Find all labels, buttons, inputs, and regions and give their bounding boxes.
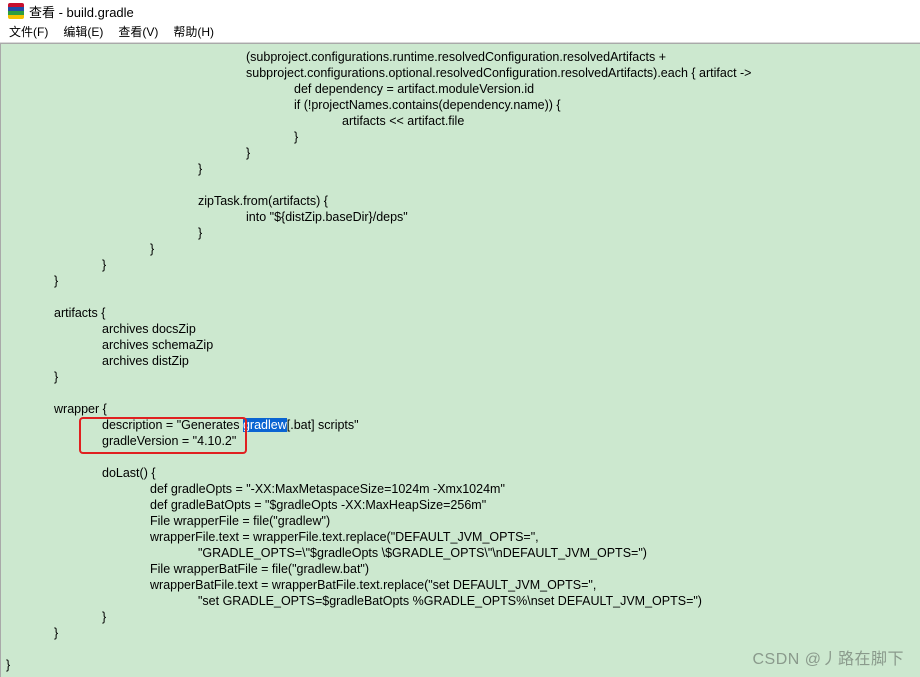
code-line: } bbox=[294, 130, 299, 144]
code-line: } bbox=[6, 658, 11, 672]
code-line: wrapper { bbox=[54, 402, 107, 416]
watermark: CSDN @丿路在脚下 bbox=[752, 651, 904, 668]
code-line: File wrapperFile = file("gradlew") bbox=[150, 514, 331, 528]
code-line: File wrapperBatFile = file("gradlew.bat"… bbox=[150, 562, 370, 576]
code-line: gradleVersion = "4.10.2" bbox=[102, 434, 237, 448]
code-line: wrapperBatFile.text = wrapperBatFile.tex… bbox=[150, 578, 597, 592]
code-line: def dependency = artifact.moduleVersion.… bbox=[294, 82, 535, 96]
code-line: "GRADLE_OPTS=\"$gradleOpts \$GRADLE_OPTS… bbox=[198, 546, 647, 560]
window-title: 查看 - build.gradle bbox=[29, 4, 134, 20]
code-text: [.bat] scripts" bbox=[286, 418, 359, 432]
code-line: artifacts << artifact.file bbox=[342, 114, 465, 128]
code-line: archives distZip bbox=[102, 354, 189, 368]
menu-view[interactable]: 查看(V) bbox=[111, 22, 165, 43]
code-line: archives docsZip bbox=[102, 322, 196, 336]
code-line: } bbox=[246, 146, 251, 160]
code-line: def gradleBatOpts = "$gradleOpts -XX:Max… bbox=[150, 498, 487, 512]
title-bar: 查看 - build.gradle bbox=[0, 0, 920, 22]
code-line: wrapperFile.text = wrapperFile.text.repl… bbox=[150, 530, 539, 544]
code-line: (subproject.configurations.runtime.resol… bbox=[246, 50, 667, 64]
menu-file[interactable]: 文件(F) bbox=[2, 22, 55, 43]
code-line: "set GRADLE_OPTS=$gradleBatOpts %GRADLE_… bbox=[198, 594, 702, 608]
code-line: } bbox=[198, 226, 203, 240]
menu-bar: 文件(F) 编辑(E) 查看(V) 帮助(H) bbox=[0, 22, 920, 43]
text-selection: gradlew bbox=[242, 418, 287, 432]
code-text: description = "Generates bbox=[102, 418, 243, 432]
code-line: } bbox=[54, 274, 59, 288]
menu-edit[interactable]: 编辑(E) bbox=[56, 22, 110, 43]
code-line: if (!projectNames.contains(dependency.na… bbox=[294, 98, 561, 112]
code-line: into "${distZip.baseDir}/deps" bbox=[246, 210, 408, 224]
menu-help[interactable]: 帮助(H) bbox=[166, 22, 221, 43]
code-line: zipTask.from(artifacts) { bbox=[198, 194, 328, 208]
code-line: subproject.configurations.optional.resol… bbox=[246, 66, 752, 80]
code-line: } bbox=[150, 242, 155, 256]
code-line: artifacts { bbox=[54, 306, 106, 320]
code-line-description: description = "Generates gradlew[.bat] s… bbox=[102, 417, 359, 433]
code-line: } bbox=[102, 610, 107, 624]
code-line: } bbox=[198, 162, 203, 176]
code-line: } bbox=[102, 258, 107, 272]
code-line: archives schemaZip bbox=[102, 338, 214, 352]
code-line: } bbox=[54, 370, 59, 384]
code-line: doLast() { bbox=[102, 466, 156, 480]
code-line: } bbox=[54, 626, 59, 640]
code-viewer[interactable]: (subproject.configurations.runtime.resol… bbox=[0, 43, 920, 677]
code-line: def gradleOpts = "-XX:MaxMetaspaceSize=1… bbox=[150, 482, 505, 496]
winrar-books-icon bbox=[8, 3, 24, 19]
